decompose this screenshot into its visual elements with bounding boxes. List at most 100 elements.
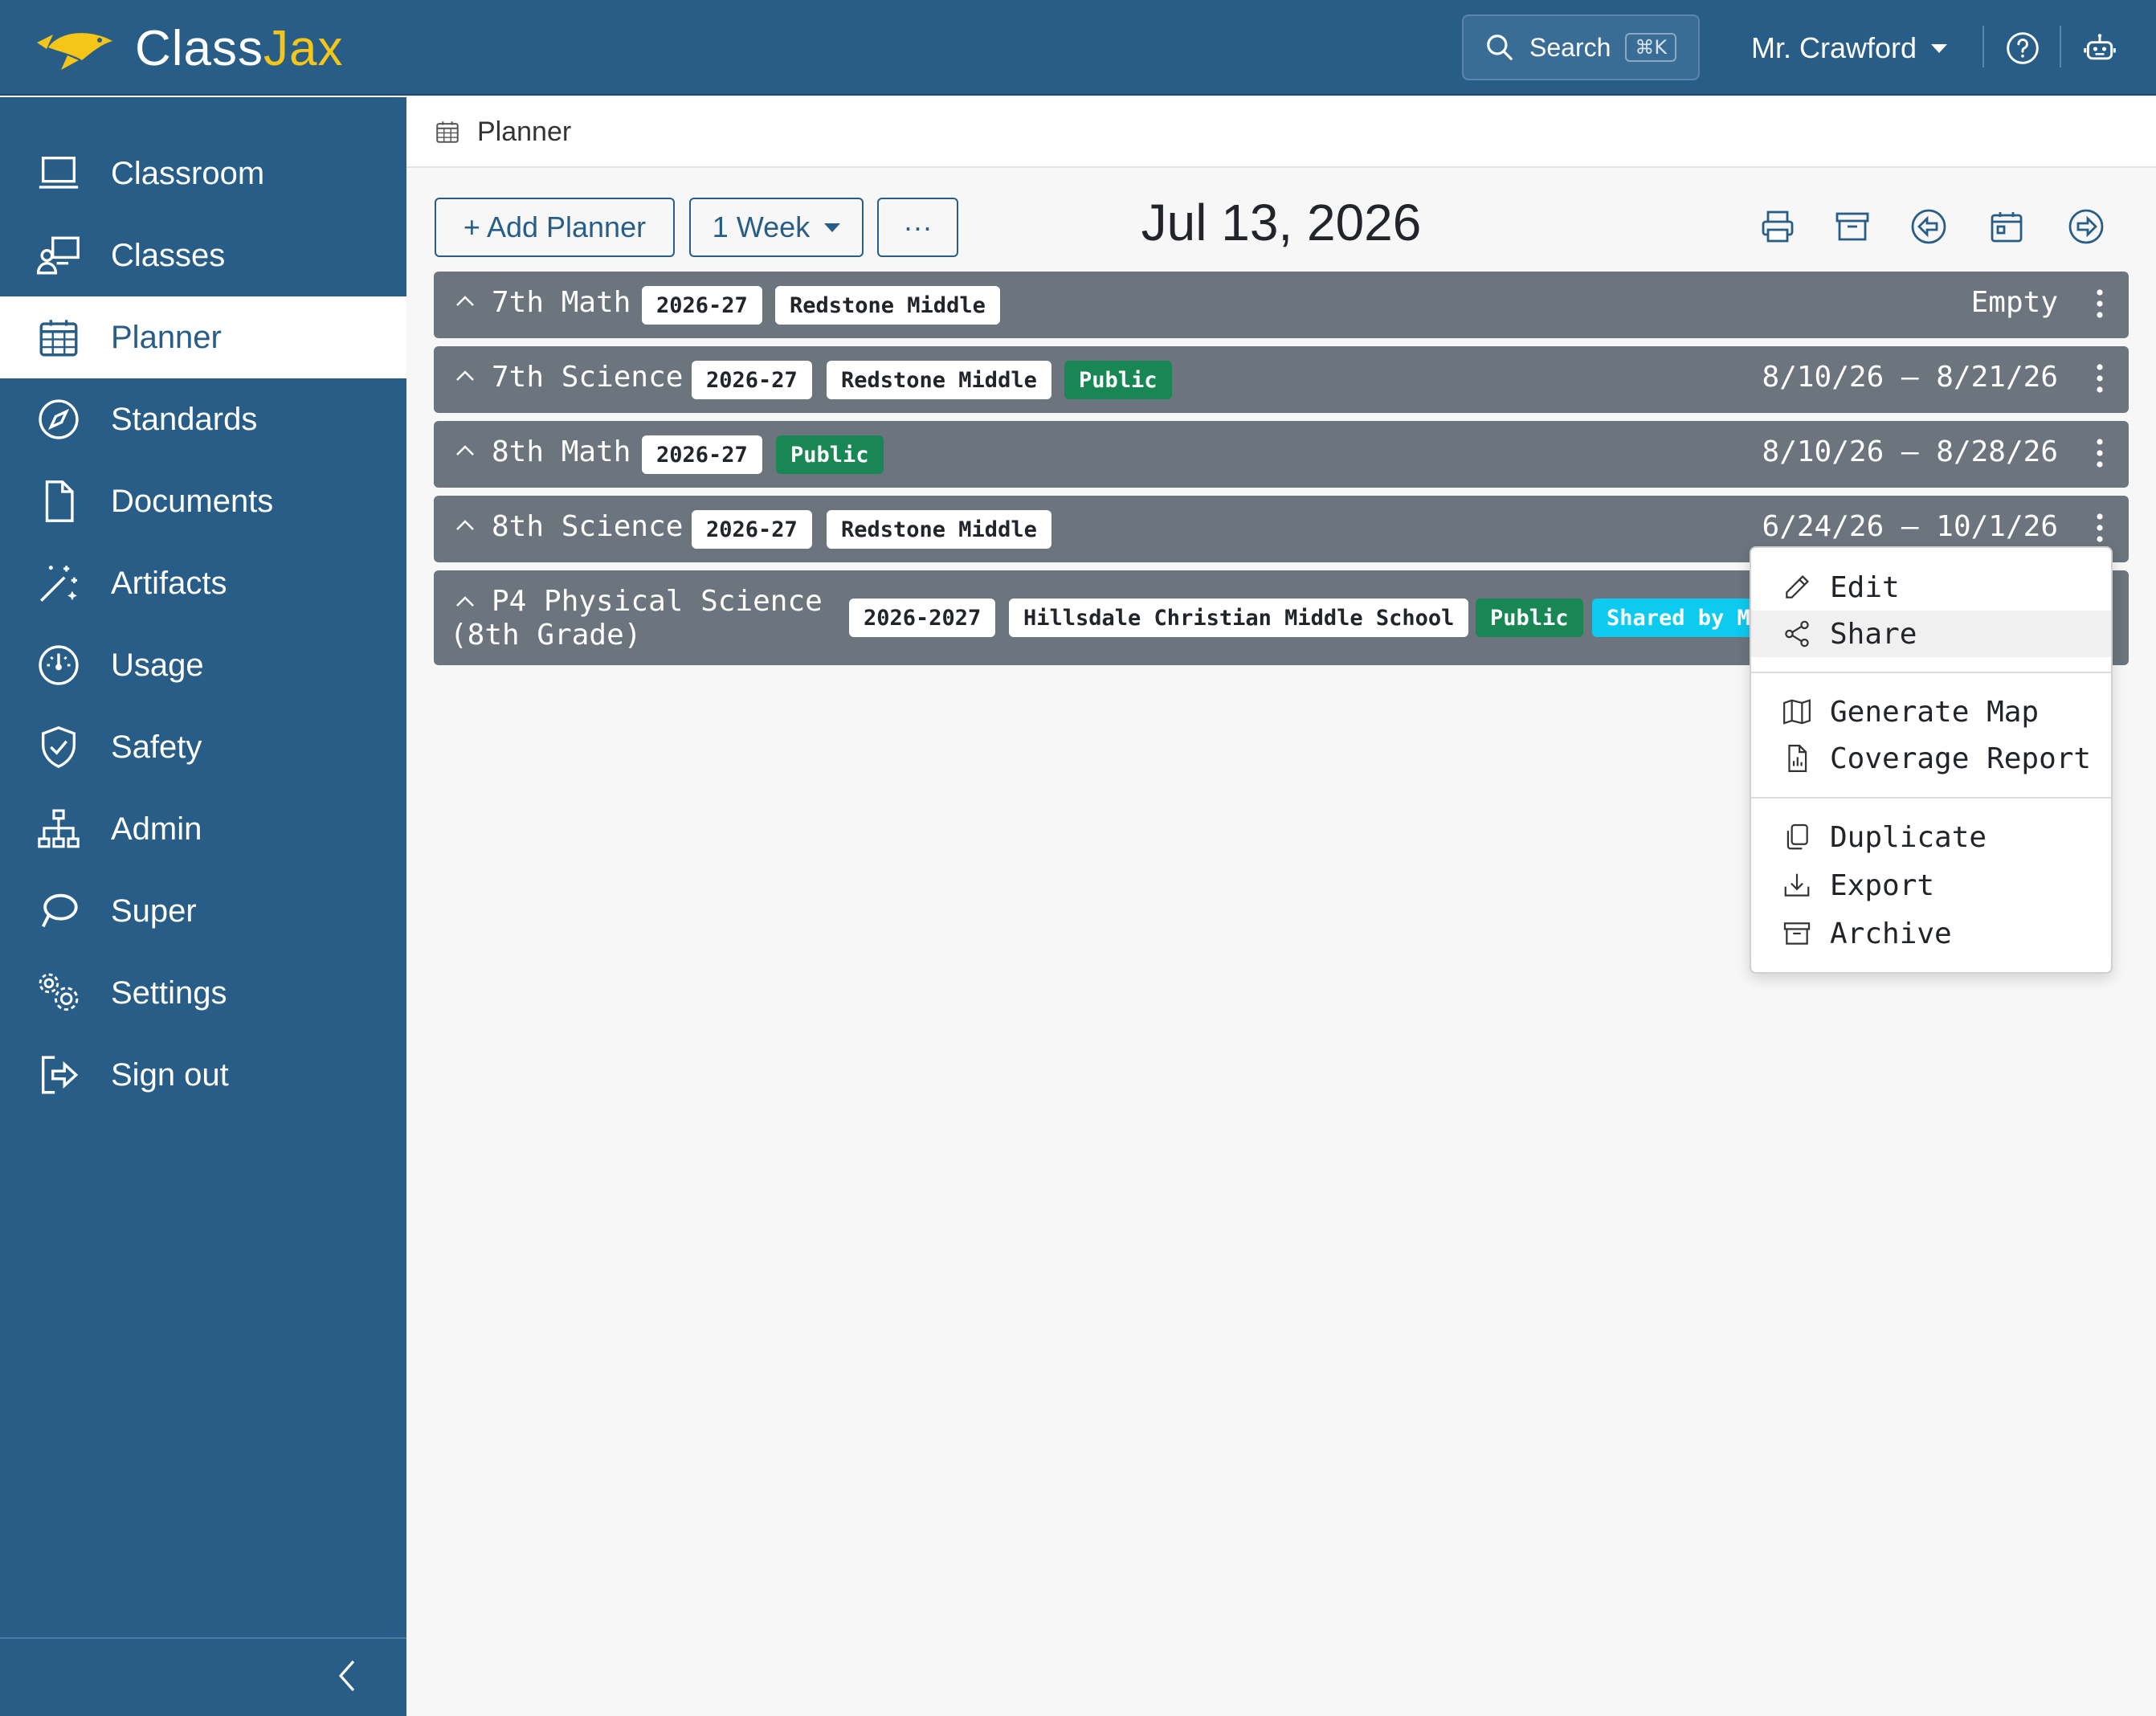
- previous-icon[interactable]: [1909, 207, 1948, 246]
- sidebar-item-label: Safety: [111, 729, 202, 765]
- speedometer-icon: [39, 645, 79, 685]
- add-planner-button[interactable]: + Add Planner: [435, 198, 675, 257]
- date-range: 6/24/26 – 10/1/26: [1762, 510, 2058, 543]
- collapse-sidebar-icon[interactable]: [329, 1655, 368, 1697]
- gears-icon: [39, 973, 79, 1011]
- shared-badge: Shared by M: [1592, 599, 1765, 637]
- sidebar-item-classes[interactable]: Classes: [0, 214, 406, 296]
- chevron-up-icon[interactable]: [453, 590, 477, 614]
- sidebar-item-label: Super: [111, 893, 197, 929]
- calendar-today-icon[interactable]: [1987, 207, 2026, 246]
- sidebar-item-settings[interactable]: Settings: [0, 952, 406, 1034]
- app-name: ClassJax: [135, 20, 344, 76]
- sidebar-item-documents[interactable]: Documents: [0, 460, 406, 542]
- sidebar-item-sign-out[interactable]: Sign out: [0, 1034, 406, 1116]
- duplicate-icon: [1786, 823, 1808, 850]
- public-badge: Public: [1476, 599, 1583, 637]
- map-icon: [1783, 699, 1811, 725]
- menu-divider: [1751, 797, 2111, 799]
- current-date: Jul 13, 2026: [1141, 194, 1422, 251]
- menu-item-label: Generate Map: [1830, 695, 2040, 729]
- kebab-menu-icon[interactable]: [2095, 362, 2105, 394]
- menu-item-label: Coverage Report: [1830, 742, 2092, 775]
- menu-item-label: Archive: [1830, 917, 1952, 950]
- planner-title: 8th Math: [492, 435, 631, 468]
- date-range: 8/10/26 – 8/21/26: [1762, 361, 2058, 394]
- chevron-up-icon[interactable]: [453, 439, 477, 463]
- help-icon[interactable]: [2005, 31, 2040, 66]
- user-menu[interactable]: Mr. Crawford: [1751, 24, 1948, 72]
- next-icon[interactable]: [2067, 207, 2105, 246]
- sidebar-item-classroom[interactable]: Classroom: [0, 133, 406, 214]
- planner-row[interactable]: 7th Science 2026-27 Redstone Middle Publ…: [434, 346, 2129, 413]
- chevron-up-icon[interactable]: [453, 289, 477, 313]
- year-badge: 2026-27: [692, 361, 812, 399]
- menu-item-coverage-report[interactable]: Coverage Report: [1751, 735, 2111, 782]
- document-icon: [45, 480, 74, 522]
- public-badge: Public: [1064, 361, 1172, 399]
- archive-icon[interactable]: [1833, 207, 1872, 246]
- sidebar-item-label: Classes: [111, 237, 226, 273]
- search-shortcut: ⌘K: [1625, 33, 1677, 62]
- sidebar-item-label: Artifacts: [111, 565, 227, 601]
- search-icon: [1487, 35, 1513, 60]
- sidebar-item-safety[interactable]: Safety: [0, 706, 406, 788]
- planner-row[interactable]: 7th Math 2026-27 Redstone Middle Empty: [434, 272, 2129, 338]
- sidebar-item-planner[interactable]: Planner: [0, 296, 406, 378]
- caret-down-icon: [824, 223, 841, 232]
- date-range: 8/10/26 – 8/28/26: [1762, 435, 2058, 468]
- sidebar-item-super[interactable]: Super: [0, 870, 406, 952]
- kebab-menu-icon[interactable]: [2095, 437, 2105, 469]
- shield-icon: [41, 726, 76, 769]
- menu-item-edit[interactable]: Edit: [1751, 564, 2111, 611]
- menu-item-label: Export: [1830, 868, 1935, 902]
- chevron-up-icon[interactable]: [453, 364, 477, 388]
- lasso-icon: [41, 893, 78, 928]
- breadcrumb-label: Planner: [477, 116, 572, 147]
- date-range: Empty: [1970, 286, 2058, 319]
- search-button[interactable]: Search ⌘K: [1462, 14, 1700, 80]
- chevron-up-icon[interactable]: [453, 513, 477, 537]
- planner-row[interactable]: 8th Math 2026-27 Public 8/10/26 – 8/28/2…: [434, 421, 2129, 488]
- planner-title: P4 Physical Science: [492, 585, 823, 618]
- planner-context-menu: Edit Share Generate Map Coverage Report …: [1750, 546, 2113, 974]
- sidebar-item-standards[interactable]: Standards: [0, 378, 406, 460]
- kebab-menu-icon[interactable]: [2095, 288, 2105, 320]
- more-options-button[interactable]: ···: [877, 198, 958, 257]
- report-icon: [1788, 745, 1807, 772]
- sidebar: Classroom Classes Planner Standards Docu…: [0, 97, 406, 1716]
- sidebar-item-label: Settings: [111, 974, 227, 1011]
- menu-item-share[interactable]: Share: [1751, 611, 2111, 657]
- share-icon: [1785, 620, 1809, 648]
- robot-icon[interactable]: [2082, 31, 2117, 66]
- search-label: Search: [1529, 32, 1611, 62]
- range-dropdown[interactable]: 1 Week: [689, 198, 864, 257]
- menu-item-archive[interactable]: Archive: [1751, 910, 2111, 957]
- planner-title: 7th Math: [492, 286, 631, 319]
- year-badge: 2026-27: [692, 510, 812, 549]
- export-icon: [1784, 873, 1810, 897]
- school-badge: Hillsdale Christian Middle School: [1009, 599, 1469, 637]
- app-logo[interactable]: ClassJax: [32, 16, 344, 80]
- menu-item-duplicate[interactable]: Duplicate: [1751, 814, 2111, 860]
- archive-icon: [1783, 922, 1811, 945]
- org-chart-icon: [38, 809, 80, 848]
- divider: [1982, 26, 1984, 67]
- kebab-menu-icon[interactable]: [2095, 512, 2105, 544]
- caret-down-icon: [1931, 43, 1948, 53]
- menu-divider: [1751, 672, 2111, 673]
- divider: [2060, 26, 2061, 67]
- magic-wand-icon: [40, 566, 77, 602]
- sidebar-item-artifacts[interactable]: Artifacts: [0, 542, 406, 624]
- menu-item-export[interactable]: Export: [1751, 862, 2111, 909]
- menu-item-generate-map[interactable]: Generate Map: [1751, 688, 2111, 735]
- print-icon[interactable]: [1758, 207, 1797, 246]
- planner-title: 7th Science: [492, 361, 684, 394]
- user-name: Mr. Crawford: [1751, 31, 1917, 64]
- sidebar-item-usage[interactable]: Usage: [0, 624, 406, 706]
- year-badge: 2026-27: [642, 435, 762, 474]
- planner-title: 8th Science: [492, 510, 684, 543]
- sidebar-divider: [0, 1637, 406, 1639]
- school-badge: Redstone Middle: [827, 510, 1051, 549]
- sidebar-item-admin[interactable]: Admin: [0, 788, 406, 870]
